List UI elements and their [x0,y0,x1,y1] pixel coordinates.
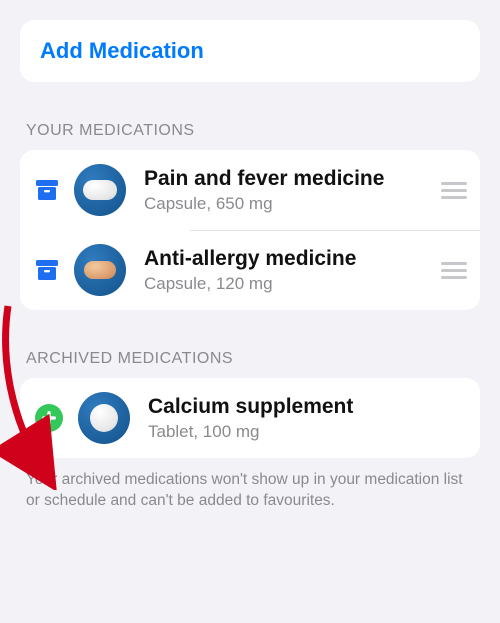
medication-name: Calcium supplement [148,394,468,419]
row-divider [190,230,480,231]
your-medications-card: Pain and fever medicine Capsule, 650 mg … [20,150,480,310]
medication-text: Anti-allergy medicine Capsule, 120 mg [144,246,432,293]
medication-row[interactable]: Calcium supplement Tablet, 100 mg [20,378,480,458]
medication-text: Calcium supplement Tablet, 100 mg [148,394,468,441]
archive-icon[interactable] [34,179,60,201]
medication-detail: Capsule, 120 mg [144,274,432,294]
medication-detail: Tablet, 100 mg [148,422,468,442]
medication-row[interactable]: Pain and fever medicine Capsule, 650 mg [20,150,480,230]
capsule-icon [84,261,116,279]
drag-handle-icon[interactable] [440,262,468,279]
your-medications-header: YOUR MEDICATIONS [26,122,480,140]
drag-handle-icon[interactable] [440,182,468,199]
capsule-icon [83,180,117,200]
pill-badge [78,392,130,444]
archive-icon[interactable] [34,259,60,281]
medication-name: Pain and fever medicine [144,166,432,191]
unarchive-button[interactable] [34,403,64,433]
medication-row[interactable]: Anti-allergy medicine Capsule, 120 mg [20,230,480,310]
medication-text: Pain and fever medicine Capsule, 650 mg [144,166,432,213]
pill-badge [74,244,126,296]
add-medication-button[interactable]: Add Medication [20,20,480,82]
archived-medications-header: ARCHIVED MEDICATIONS [26,350,480,368]
medication-detail: Capsule, 650 mg [144,194,432,214]
pill-badge [74,164,126,216]
medication-name: Anti-allergy medicine [144,246,432,271]
archived-footnote: Your archived medications won't show up … [26,470,474,512]
tablet-icon [90,404,118,432]
archived-medications-card: Calcium supplement Tablet, 100 mg [20,378,480,458]
add-medication-label: Add Medication [40,38,460,64]
